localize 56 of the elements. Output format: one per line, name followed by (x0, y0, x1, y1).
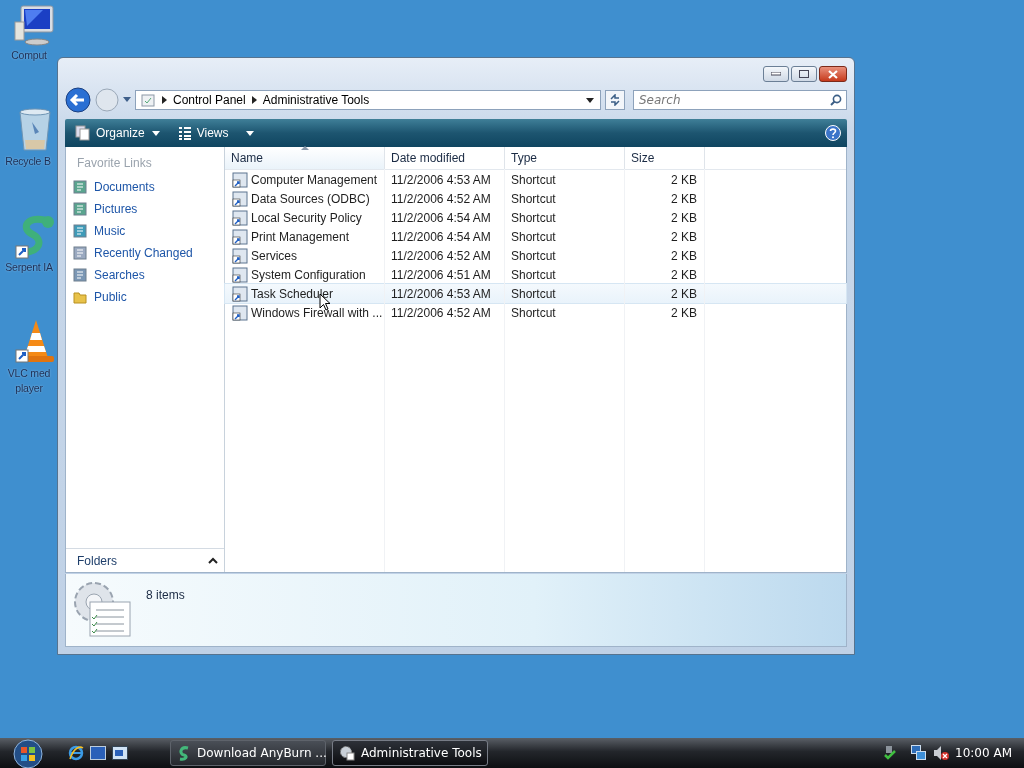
file-type: Shortcut (510, 267, 557, 282)
favorite-link[interactable]: Music (66, 220, 224, 242)
file-type: Shortcut (510, 210, 557, 225)
favorite-link[interactable]: Pictures (66, 198, 224, 220)
address-bar[interactable]: Control Panel Administrative Tools (135, 90, 601, 110)
file-type: Shortcut (510, 286, 557, 301)
date-modified: 11/2/2006 4:53 AM (390, 286, 492, 301)
file-size: 2 KB (670, 229, 698, 244)
taskbar-button[interactable]: Administrative Tools (332, 740, 488, 766)
file-name[interactable]: Data Sources (ODBC) (251, 191, 370, 206)
icon-label: Serpent IA (5, 260, 53, 275)
file-name[interactable]: Local Security Policy (251, 210, 362, 225)
icon-label: Recycle B (5, 154, 51, 169)
date-modified: 11/2/2006 4:54 AM (390, 210, 492, 225)
file-type: Shortcut (510, 305, 557, 320)
toolbar-button[interactable]: Views (173, 124, 258, 142)
file-size: 2 KB (670, 248, 698, 263)
file-name[interactable]: Print Management (251, 229, 350, 244)
breadcrumb[interactable]: Control Panel (173, 93, 246, 107)
favorite-link[interactable]: Recently Changed (66, 242, 224, 264)
icon-label: VLC med (7, 366, 51, 381)
file-type: Shortcut (510, 191, 557, 206)
favorite-link[interactable]: Public (66, 286, 224, 308)
toolbar-button[interactable]: Organize (71, 123, 164, 143)
file-type: Shortcut (510, 229, 557, 244)
date-modified: 11/2/2006 4:51 AM (390, 267, 492, 282)
date-modified: 11/2/2006 4:54 AM (390, 229, 492, 244)
icon-label: Comput (11, 48, 47, 63)
favorite-link[interactable]: Documents (66, 176, 224, 198)
date-modified: 11/2/2006 4:52 AM (390, 248, 492, 263)
file-size: 2 KB (670, 191, 698, 206)
file-name[interactable]: Task Scheduler (251, 286, 334, 301)
row-highlight[interactable]: Task Scheduler 11/2/2006 4:53 AM Shortcut 2 KB (225, 284, 846, 303)
item-count: 8 items (146, 588, 185, 602)
taskbar-button[interactable]: Download AnyBurn ... (170, 740, 326, 766)
breadcrumb[interactable]: Administrative Tools (262, 93, 370, 107)
clock[interactable]: 10:00 AM (955, 746, 1012, 760)
date-modified: 11/2/2006 4:52 AM (390, 191, 492, 206)
file-size: 2 KB (670, 210, 698, 225)
date-modified: 11/2/2006 4:52 AM (390, 305, 492, 320)
file-type: Shortcut (510, 248, 557, 263)
section-heading: Favorite Links (76, 155, 153, 172)
icon-label: player (15, 381, 43, 396)
file-size: 2 KB (670, 267, 698, 282)
date-modified: 11/2/2006 4:53 AM (390, 172, 492, 187)
file-name[interactable]: Computer Management (251, 172, 378, 187)
file-size: 2 KB (670, 172, 698, 187)
file-name[interactable]: System Configuration (251, 267, 366, 282)
search-field[interactable]: Search (633, 90, 847, 110)
file-type: Shortcut (510, 172, 557, 187)
column-header[interactable]: Name (225, 147, 385, 169)
file-name[interactable]: Services (251, 248, 297, 263)
file-name[interactable]: Windows Firewall with ... (251, 305, 383, 320)
favorite-link[interactable]: Searches (66, 264, 224, 286)
file-size: 2 KB (670, 305, 698, 320)
file-size: 2 KB (670, 286, 698, 301)
